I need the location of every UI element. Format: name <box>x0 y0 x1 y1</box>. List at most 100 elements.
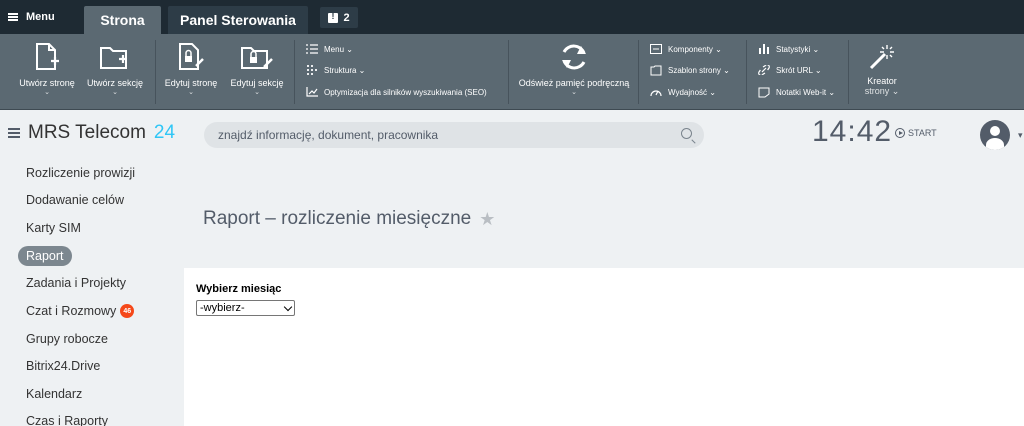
create-section-label: Utwórz sekcję <box>86 78 143 88</box>
structure-label: Struktura ⌄ <box>324 65 366 75</box>
search-icon[interactable] <box>681 128 692 139</box>
sidebar-item-label: Czat i Rozmowy <box>26 304 117 318</box>
statistics-button[interactable]: Statystyki ⌄ <box>758 42 819 56</box>
sidebar-item-bitrix-drive[interactable]: Bitrix24.Drive <box>18 356 108 376</box>
play-icon <box>895 128 905 138</box>
sidebar-item-dodawanie-celow[interactable]: Dodawanie celów <box>18 190 132 210</box>
month-select-value: -wybierz- <box>200 302 245 314</box>
menu-label: Menu ⌄ <box>324 44 353 54</box>
search-placeholder: znajdź informację, dokument, pracownika <box>218 128 439 142</box>
page-title-text: Raport – rozliczenie miesięczne <box>203 208 472 229</box>
notes-button[interactable]: Notatki Web-it ⌄ <box>758 85 835 99</box>
magic-wand-icon <box>869 45 894 70</box>
page-title: Raport – rozliczenie miesięczne ★ <box>203 208 495 230</box>
edit-section-label: Edytuj sekcję <box>230 78 284 88</box>
create-section-button[interactable]: Utwórz sekcję ⌄ <box>82 34 148 110</box>
short-url-label: Skrót URL ⌄ <box>776 65 822 75</box>
short-url-button[interactable]: Skrót URL ⌄ <box>758 63 822 77</box>
sidebar-item-karty-sim[interactable]: Karty SIM <box>18 218 89 238</box>
admin-top-bar: Menu Strona Panel Sterowania 2 <box>0 0 1024 34</box>
logo-text: MRS Telecom <box>28 122 146 143</box>
chevron-down-icon <box>283 302 293 312</box>
seo-button[interactable]: Optymizacja dla silników wyszukiwania (S… <box>306 85 487 99</box>
gauge-icon <box>650 90 662 97</box>
sidebar-item-zadania[interactable]: Zadania i Projekty <box>18 273 134 293</box>
search-input[interactable]: znajdź informację, dokument, pracownika <box>204 122 704 148</box>
edit-section-button[interactable]: Edytuj sekcję ⌄ <box>226 34 288 110</box>
list-icon <box>306 44 318 54</box>
statistics-label: Statystyki ⌄ <box>776 44 820 54</box>
sidebar-item-raport[interactable]: Raport <box>18 246 72 266</box>
start-label: START <box>908 128 937 138</box>
month-select[interactable]: -wybierz- <box>196 300 295 316</box>
tab-panel-sterowania[interactable]: Panel Sterowania <box>168 6 308 34</box>
chevron-down-icon: ⌄ <box>188 89 194 96</box>
hamburger-icon <box>8 13 18 21</box>
page-wizard-button[interactable]: Kreator strony ⌄ <box>852 34 912 110</box>
link-icon <box>758 65 770 75</box>
chevron-down-icon: ⌄ <box>44 89 50 96</box>
new-page-icon <box>36 43 59 70</box>
chevron-down-icon: ⌄ <box>571 89 577 96</box>
start-workday-button[interactable]: START <box>895 128 937 138</box>
clear-cache-button[interactable]: Odśwież pamięć podręczną ⌄ <box>516 34 632 110</box>
unread-badge: 46 <box>120 304 135 318</box>
notifications-count: 2 <box>343 11 350 24</box>
star-icon[interactable]: ★ <box>479 209 495 230</box>
admin-toolbar: Utwórz stronę ⌄ Utwórz sekcję ⌄ Edytuj s… <box>0 34 1024 110</box>
page-wizard-label-1: Kreator <box>867 76 897 86</box>
logo-suffix: 24 <box>153 122 176 143</box>
components-icon <box>650 44 662 54</box>
avatar[interactable] <box>980 120 1010 150</box>
sidebar-item-kalendarz[interactable]: Kalendarz <box>18 384 90 404</box>
components-label: Komponenty ⌄ <box>668 44 722 54</box>
performance-label: Wydajność ⌄ <box>668 87 716 97</box>
admin-menu-label: Menu <box>26 11 55 23</box>
chart-line-icon <box>306 87 318 97</box>
sidebar-item-rozliczenie-prowizji[interactable]: Rozliczenie prowizji <box>18 163 143 183</box>
admin-menu-button[interactable]: Menu <box>8 0 55 34</box>
seo-label: Optymizacja dla silników wyszukiwania (S… <box>324 87 487 97</box>
menu-button[interactable]: Menu ⌄ <box>306 42 353 56</box>
chevron-down-icon: ⌄ <box>254 89 260 96</box>
sidebar: Rozliczenie prowizji Dodawanie celów Kar… <box>0 158 184 426</box>
toolbar-divider <box>638 40 639 104</box>
toolbar-divider <box>746 40 747 104</box>
portal-header: MRS Telecom 24 znajdź informację, dokumen… <box>0 110 1024 156</box>
create-page-button[interactable]: Utwórz stronę ⌄ <box>14 34 80 110</box>
toolbar-divider <box>155 40 156 104</box>
toolbar-divider <box>294 40 295 104</box>
edit-folder-icon <box>241 47 273 69</box>
clear-cache-label: Odśwież pamięć podręczną <box>518 78 630 88</box>
page-wizard-label-2: strony ⌄ <box>864 86 900 96</box>
page-template-button[interactable]: Szablon strony ⌄ <box>650 63 730 77</box>
month-label: Wybierz miesiąc <box>196 283 282 295</box>
sidebar-item-czat[interactable]: Czat i Rozmowy 46 <box>18 301 142 321</box>
edit-page-label: Edytuj stronę <box>164 78 218 88</box>
tab-strona[interactable]: Strona <box>84 6 161 34</box>
structure-button[interactable]: Struktura ⌄ <box>306 63 365 77</box>
create-page-label: Utwórz stronę <box>19 78 75 88</box>
sidebar-item-czas-raporty[interactable]: Czas i Raporty <box>18 411 116 426</box>
chevron-down-icon[interactable]: ▾ <box>1018 130 1023 141</box>
notification-icon <box>328 11 339 23</box>
hamburger-icon[interactable] <box>8 128 20 138</box>
toolbar-divider <box>508 40 509 104</box>
notes-label: Notatki Web-it ⌄ <box>776 87 836 97</box>
bar-chart-icon <box>759 44 769 54</box>
page-template-label: Szablon strony ⌄ <box>668 65 730 75</box>
refresh-icon <box>562 44 586 70</box>
components-button[interactable]: Komponenty ⌄ <box>650 42 722 56</box>
portal-logo[interactable]: MRS Telecom 24 <box>8 122 175 144</box>
edit-page-icon <box>179 43 204 70</box>
structure-icon <box>307 65 317 75</box>
note-icon <box>758 87 770 97</box>
performance-button[interactable]: Wydajność ⌄ <box>650 85 716 99</box>
notifications-button[interactable]: 2 <box>320 7 358 28</box>
new-folder-icon <box>100 47 127 69</box>
edit-page-button[interactable]: Edytuj stronę ⌄ <box>160 34 222 110</box>
toolbar-divider <box>848 40 849 104</box>
sidebar-item-grupy-robocze[interactable]: Grupy robocze <box>18 329 116 349</box>
template-icon <box>650 65 662 75</box>
clock: 14:42 <box>812 115 893 148</box>
